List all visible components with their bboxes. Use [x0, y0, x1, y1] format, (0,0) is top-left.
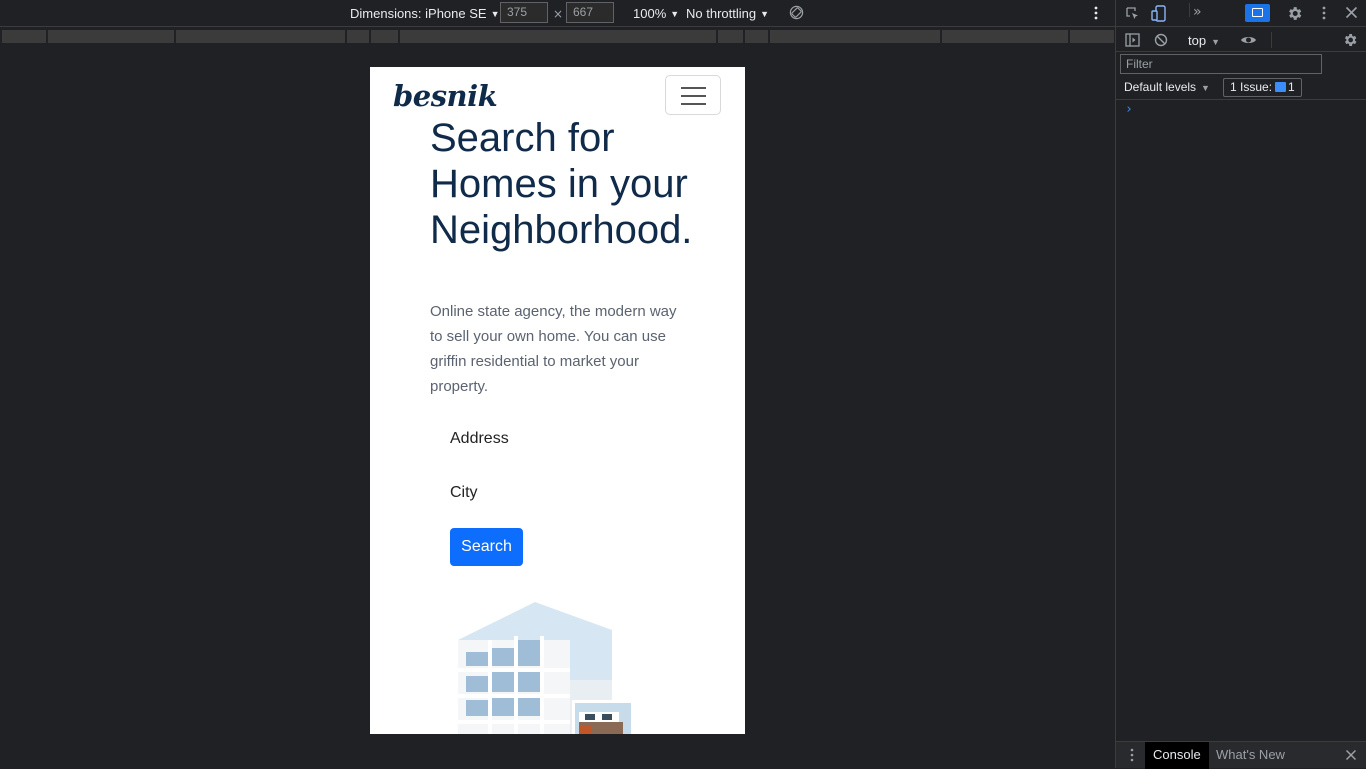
media-query-segment[interactable]: [2, 30, 47, 43]
navbar-toggler-button[interactable]: [665, 75, 721, 115]
kebab-menu-icon[interactable]: [1129, 748, 1135, 762]
sidebar-toggle-icon[interactable]: [1125, 33, 1140, 47]
tab-whats-new[interactable]: What's New: [1208, 742, 1293, 769]
media-query-segment[interactable]: [48, 30, 175, 43]
media-query-segment[interactable]: [347, 30, 370, 43]
address-field[interactable]: Address: [450, 430, 509, 448]
inspect-icon[interactable]: [1125, 6, 1140, 21]
more-tabs-icon[interactable]: »: [1193, 4, 1202, 20]
media-query-segment[interactable]: [1070, 30, 1115, 43]
dimensions-label: Dimensions: iPhone SE: [350, 6, 487, 21]
media-query-segment[interactable]: [371, 30, 399, 43]
dimensions-dropdown[interactable]: Dimensions: iPhone SE ▼: [350, 6, 500, 21]
throttling-label: No throttling: [686, 6, 757, 21]
search-button[interactable]: Search: [450, 528, 523, 566]
log-levels-dropdown[interactable]: Default levels ▼: [1124, 80, 1210, 94]
console-toolbar: [1116, 28, 1366, 52]
media-query-bar[interactable]: [0, 28, 1115, 45]
issues-badge-icon[interactable]: [1245, 4, 1270, 22]
issues-count: 1: [1288, 80, 1295, 94]
divider: [1271, 32, 1272, 48]
caret-down-icon: ▼: [1211, 37, 1220, 47]
console-filter-input[interactable]: Filter: [1120, 54, 1322, 74]
zoom-label: 100%: [633, 6, 667, 21]
rotate-icon[interactable]: [789, 5, 804, 20]
city-field[interactable]: City: [450, 484, 478, 502]
drawer-tab-bar: Console What's New: [1116, 741, 1366, 769]
hero-description: Online state agency, the modern way to s…: [430, 303, 677, 395]
zoom-dropdown[interactable]: 100% ▼: [633, 6, 679, 21]
caret-down-icon: ▼: [760, 9, 770, 19]
media-query-segment[interactable]: [745, 30, 769, 43]
close-icon[interactable]: [1345, 6, 1358, 19]
hero-title: Search for Homes in your Neighborhood.: [430, 116, 693, 252]
media-query-segment[interactable]: [718, 30, 744, 43]
hamburger-line: [681, 103, 706, 105]
hamburger-line: [681, 95, 706, 97]
caret-down-icon: ▼: [490, 9, 500, 19]
kebab-menu-icon[interactable]: [1320, 5, 1328, 21]
clear-console-icon[interactable]: [1154, 33, 1168, 47]
device-emulation-area: Dimensions: iPhone SE ▼ 375 × 667 100% ▼ N…: [0, 0, 1115, 768]
message-icon: [1252, 8, 1263, 17]
media-query-segment[interactable]: [770, 30, 941, 43]
console-levels-row: Default levels ▼ 1 Issue: 1: [1116, 76, 1366, 100]
log-levels-label: Default levels: [1124, 80, 1197, 94]
console-prompt[interactable]: ›: [1125, 102, 1133, 117]
live-expression-icon[interactable]: [1240, 34, 1257, 46]
times-sign: ×: [553, 7, 564, 21]
context-label: top: [1188, 33, 1207, 48]
devtools-toolbar: »: [1116, 0, 1366, 27]
emulation-toolbar: Dimensions: iPhone SE ▼ 375 × 667 100% ▼ N…: [0, 0, 1115, 27]
context-dropdown[interactable]: top ▼: [1188, 33, 1220, 48]
hamburger-line: [681, 87, 706, 89]
width-input[interactable]: 375: [500, 2, 548, 23]
media-query-segment[interactable]: [176, 30, 346, 43]
media-query-segment[interactable]: [400, 30, 717, 43]
settings-icon[interactable]: [1286, 5, 1303, 22]
console-settings-icon[interactable]: [1342, 32, 1358, 48]
hero-building-image: [458, 602, 634, 734]
kebab-menu-icon[interactable]: [1091, 5, 1101, 21]
issues-label: 1 Issue:: [1230, 80, 1273, 94]
throttling-dropdown[interactable]: No throttling ▼: [686, 6, 769, 21]
tab-console[interactable]: Console: [1145, 742, 1209, 769]
caret-down-icon: ▼: [1201, 83, 1210, 93]
devtools-panel: » top ▼ Filter Default levels ▼ 1 Issue:…: [1115, 0, 1366, 769]
brand-logo[interactable]: besnik: [393, 79, 498, 113]
close-icon[interactable]: [1345, 749, 1357, 761]
device-viewport: besnik Search for Homes in your Neighbor…: [370, 67, 745, 734]
device-toggle-icon[interactable]: [1151, 5, 1167, 22]
message-icon: [1275, 82, 1287, 92]
height-input[interactable]: 667: [566, 2, 614, 23]
media-query-segment[interactable]: [942, 30, 1069, 43]
issues-counter-button[interactable]: 1 Issue: 1: [1223, 78, 1302, 97]
caret-down-icon: ▼: [670, 9, 680, 19]
